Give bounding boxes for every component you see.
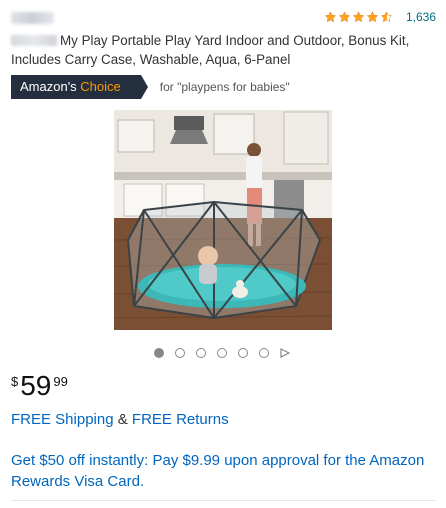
carousel-dot-icon[interactable] [259, 348, 269, 358]
star-full-icon [324, 11, 337, 23]
price-fraction: 99 [53, 374, 68, 389]
star-half-icon [380, 11, 393, 23]
shipping-separator: & [117, 411, 128, 428]
brand-name-redacted-inline [11, 35, 57, 46]
carousel-dot-icon[interactable] [217, 348, 227, 358]
carousel-dot-icon[interactable] [175, 348, 185, 358]
image-carousel-dots [154, 348, 290, 358]
brand-name-redacted[interactable] [11, 12, 54, 24]
top-row: 1,636 [11, 10, 436, 26]
shipping-info: FREE Shipping & FREE Returns [11, 411, 229, 428]
free-returns-link[interactable]: FREE Returns [132, 411, 229, 428]
carousel-dot-icon[interactable] [154, 348, 164, 358]
star-full-icon [338, 11, 351, 23]
rating-count-link[interactable]: 1,636 [406, 10, 436, 24]
badge-keyword-text: for "playpens for babies" [159, 80, 290, 94]
credit-card-promo-link[interactable]: Get $50 off instantly: Pay $9.99 upon ap… [11, 450, 436, 492]
star-full-icon [366, 11, 379, 23]
video-play-icon[interactable] [280, 348, 290, 358]
star-full-icon [352, 11, 365, 23]
product-image[interactable] [114, 110, 332, 330]
badge-label-highlight: Choice [80, 79, 121, 94]
price: $ 59 99 [11, 370, 68, 402]
price-whole: 59 [20, 370, 52, 401]
divider [11, 500, 436, 501]
free-shipping-link[interactable]: FREE Shipping [11, 411, 114, 428]
carousel-dot-icon[interactable] [196, 348, 206, 358]
product-title-text[interactable]: My Play Portable Play Yard Indoor and Ou… [11, 33, 409, 67]
carousel-dot-icon[interactable] [238, 348, 248, 358]
badge-label-prefix: Amazon's [20, 79, 77, 94]
amazons-choice-badge[interactable]: Amazon's Choice [11, 75, 148, 99]
rating[interactable]: 1,636 [324, 10, 436, 24]
product-title[interactable]: My Play Portable Play Yard Indoor and Ou… [11, 31, 433, 69]
price-currency: $ [11, 374, 19, 389]
star-rating[interactable] [324, 11, 393, 23]
amazons-choice-row: Amazon's Choice for "playpens for babies… [11, 75, 290, 99]
